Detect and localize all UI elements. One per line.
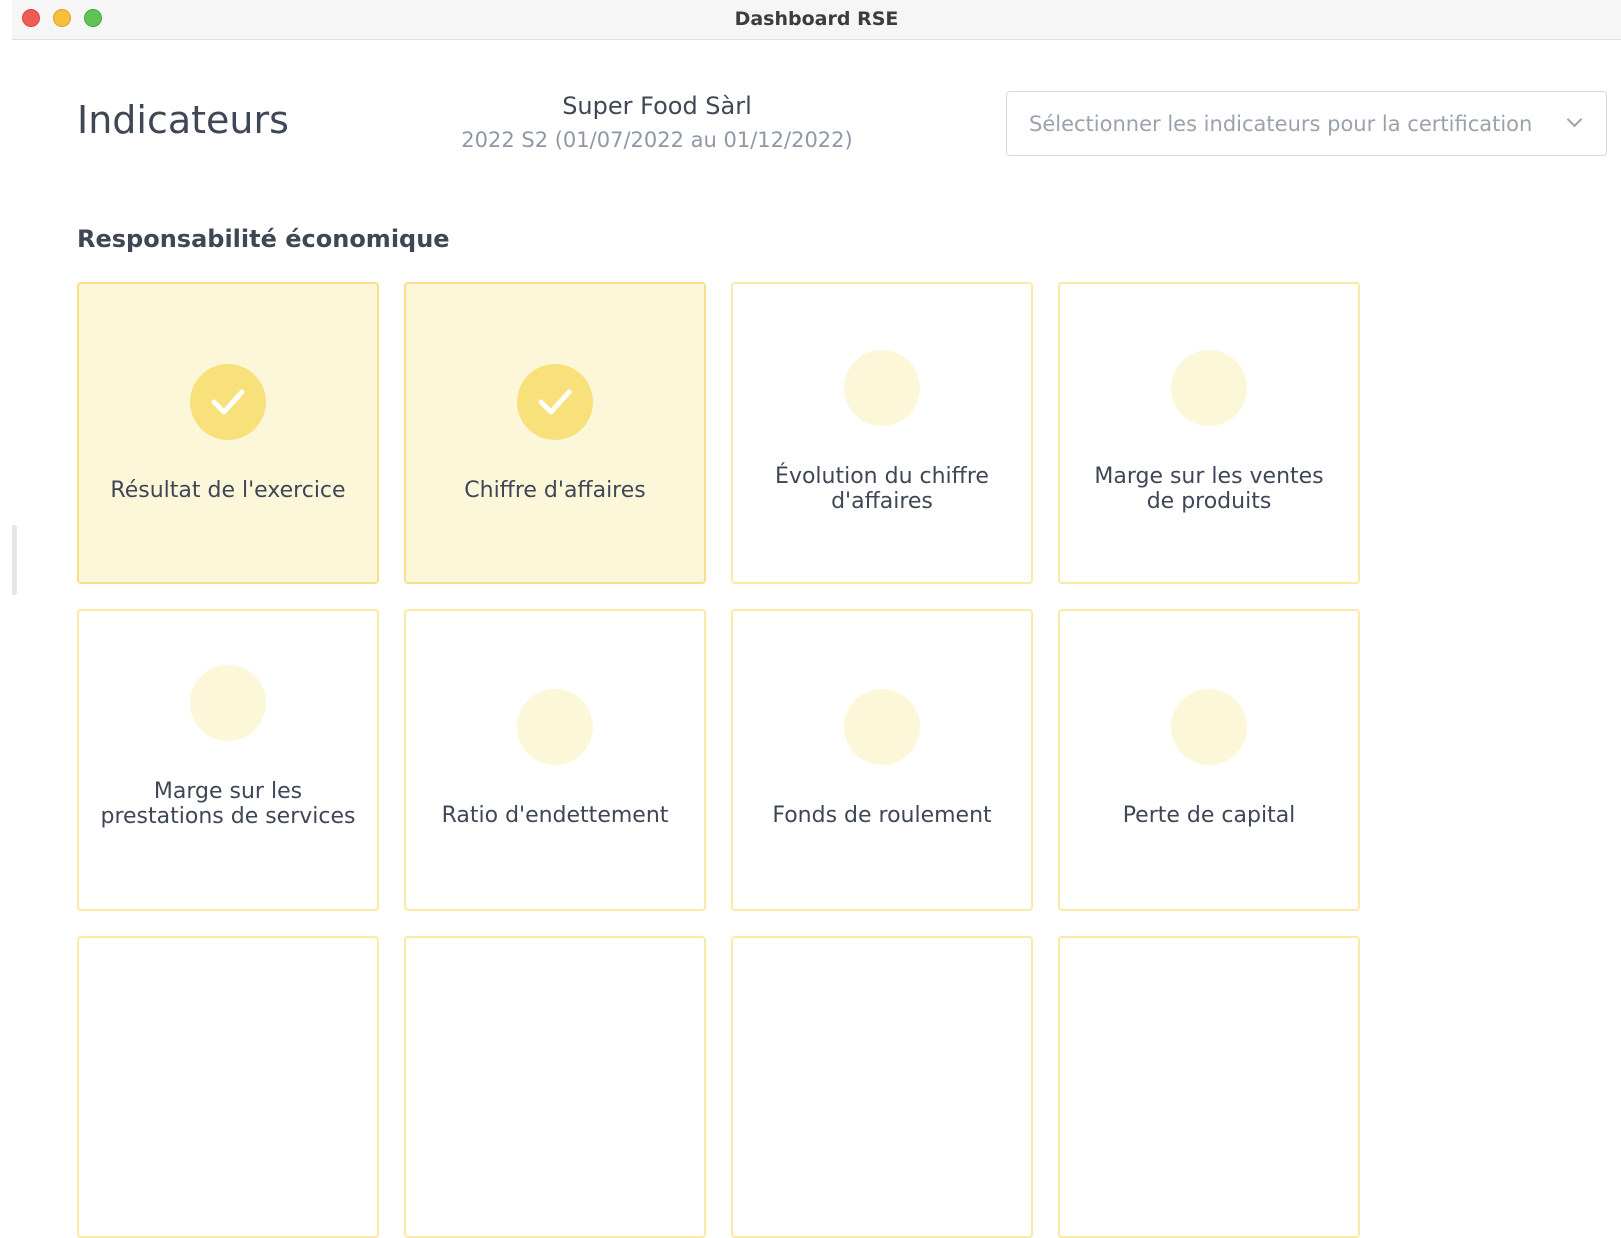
page-title: Indicateurs [77,98,289,142]
selected-indicator-circle [517,364,593,440]
period-label: 2022 S2 (01/07/2022 au 01/12/2022) [461,128,853,152]
indicator-card-label: Évolution du chiffre d'affaires [775,464,989,515]
indicator-card-label: Ratio d'endettement [441,803,669,828]
unselected-indicator-circle [517,689,593,765]
title-bar: Dashboard RSE [12,0,1621,40]
sidebar-handle[interactable] [12,525,17,595]
indicator-card-label: Résultat de l'exercice [110,478,346,503]
unselected-indicator-circle [190,665,266,741]
indicator-card-label: Marge sur les ventes de produits [1094,464,1324,515]
indicator-card[interactable] [404,936,706,1238]
indicator-card-label: Chiffre d'affaires [464,478,646,503]
unselected-indicator-circle [844,350,920,426]
indicator-card[interactable] [1058,936,1360,1238]
unselected-indicator-circle [1171,350,1247,426]
indicator-card[interactable]: Ratio d'endettement [404,609,706,911]
indicator-card[interactable]: Marge sur les ventes de produits [1058,282,1360,584]
chevron-down-icon [1566,111,1583,128]
indicator-card[interactable]: Fonds de roulement [731,609,1033,911]
app-window: Dashboard RSE Indicateurs Super Food Sàr… [12,0,1621,1238]
indicator-card-label: Perte de capital [1122,803,1296,828]
unselected-indicator-circle [844,689,920,765]
indicator-card[interactable] [731,936,1033,1238]
indicator-card[interactable]: Évolution du chiffre d'affaires [731,282,1033,584]
company-info: Super Food Sàrl 2022 S2 (01/07/2022 au 0… [387,92,927,152]
indicator-card-label: Marge sur les prestations de services [100,779,356,830]
indicator-card[interactable]: Chiffre d'affaires [404,282,706,584]
company-name: Super Food Sàrl [562,92,752,120]
check-icon [538,389,572,415]
selected-indicator-circle [190,364,266,440]
window-title: Dashboard RSE [734,8,899,30]
select-placeholder: Sélectionner les indicateurs pour la cer… [1029,111,1533,136]
check-icon [211,389,245,415]
section-title: Responsabilité économique [77,225,450,253]
indicator-certification-select[interactable]: Sélectionner les indicateurs pour la cer… [1006,91,1607,156]
unselected-indicator-circle [1171,689,1247,765]
indicator-card[interactable]: Résultat de l'exercice [77,282,379,584]
indicator-card[interactable]: Marge sur les prestations de services [77,609,379,911]
indicator-card[interactable] [77,936,379,1238]
indicator-card[interactable]: Perte de capital [1058,609,1360,911]
indicator-card-label: Fonds de roulement [772,803,992,828]
